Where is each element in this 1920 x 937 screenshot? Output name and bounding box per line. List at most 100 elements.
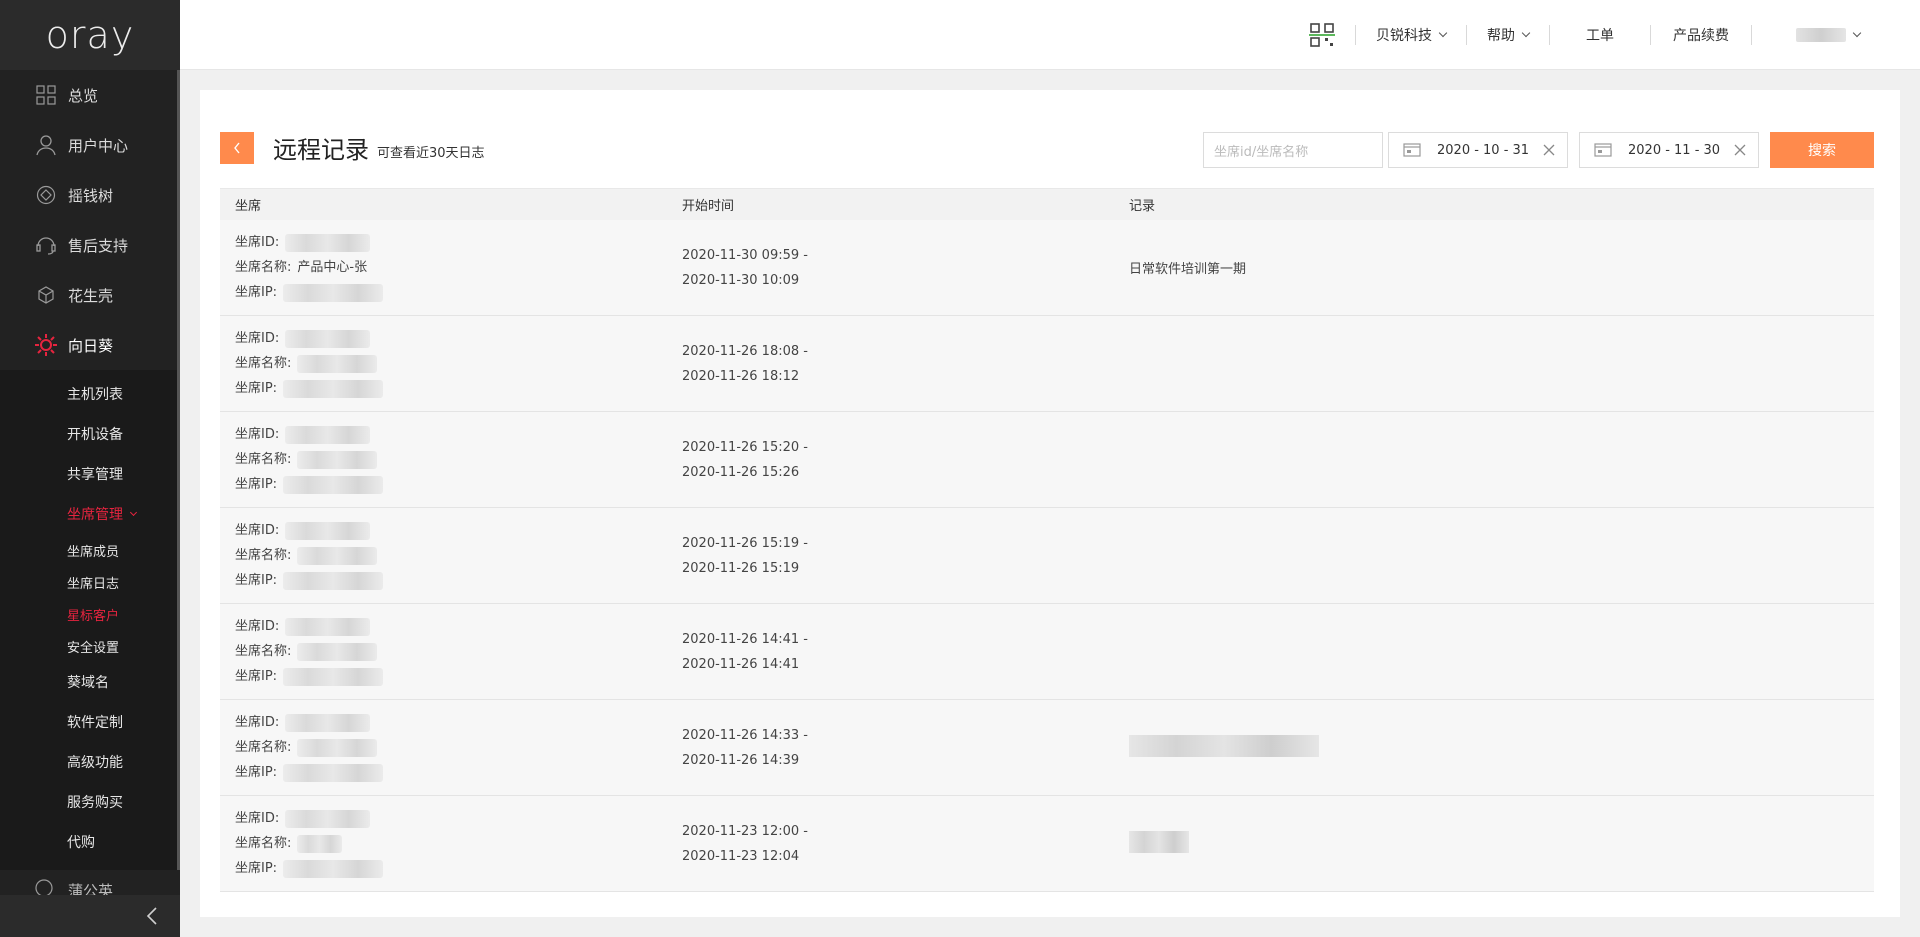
date-from-picker[interactable]: 2020 - 10 - 31: [1388, 132, 1568, 168]
seat-name-label: 坐席名称:: [235, 643, 292, 659]
seat-name-label: 坐席名称:: [235, 355, 292, 371]
table-row: 坐席ID: 坐席名称: 坐席IP: 2020-11-26 14:41 - 202…: [220, 604, 1874, 700]
seat-name-label: 坐席名称:: [235, 835, 292, 851]
sidebar-item-proxy-purchase[interactable]: 代购: [0, 822, 180, 862]
sidebar-item-advanced[interactable]: 高级功能: [0, 742, 180, 782]
redacted-record: [1129, 830, 1189, 853]
start-time: 2020-11-26 14:33 -: [682, 727, 808, 743]
sidebar-item-label: 花生壳: [68, 286, 114, 305]
seat-cell: 坐席ID: 坐席名称: 坐席IP:: [220, 329, 667, 399]
column-header-record: 记录: [1129, 199, 1156, 214]
seat-cell: 坐席ID: 坐席名称: 产品中心-张 坐席IP:: [220, 233, 667, 303]
sidebar-item-customization[interactable]: 软件定制: [0, 702, 180, 742]
chevron-down-icon: [1438, 28, 1448, 38]
sidebar-item-seat-logs[interactable]: 坐席日志: [0, 566, 180, 598]
clear-icon[interactable]: [1732, 142, 1748, 158]
chevron-down-icon: [129, 508, 138, 516]
redacted-seat-id: [285, 521, 371, 540]
start-time: 2020-11-23 12:00 -: [682, 823, 808, 839]
sidebar-item-share-management[interactable]: 共享管理: [0, 454, 180, 494]
end-time: 2020-11-26 14:41: [682, 656, 800, 672]
sidebar-item-money-tree[interactable]: 摇钱树: [0, 170, 180, 220]
redacted-seat-name: [297, 834, 343, 853]
time-cell: 2020-11-26 15:19 - 2020-11-26 15:19: [667, 531, 1114, 581]
back-button[interactable]: [220, 132, 254, 164]
help-dropdown[interactable]: 帮助: [1467, 25, 1549, 45]
sidebar-item-support[interactable]: 售后支持: [0, 220, 180, 270]
date-from-value: 2020 - 10 - 31: [1437, 142, 1530, 158]
date-to-picker[interactable]: 2020 - 11 - 30: [1579, 132, 1759, 168]
table-row: 坐席ID: 坐席名称: 产品中心-张 坐席IP: 2020-11-30 09:59…: [220, 220, 1874, 316]
main-card: 远程记录 可查看近30天日志 坐席id/坐席名称 2020 - 10 - 31 …: [200, 90, 1900, 917]
user-menu[interactable]: [1752, 28, 1862, 42]
redacted-seat-ip: [283, 283, 384, 302]
sidebar-item-host-list[interactable]: 主机列表: [0, 374, 180, 414]
sidebar-collapse-button[interactable]: [0, 895, 180, 937]
time-cell: 2020-11-23 12:00 - 2020-11-23 12:04: [667, 819, 1114, 869]
seat-id-label: 坐席ID:: [235, 810, 280, 826]
sidebar-item-seat-management[interactable]: 坐席管理: [0, 494, 180, 534]
qrcode-icon: [1309, 23, 1335, 47]
sidebar-item-domain[interactable]: 葵域名: [0, 662, 180, 702]
end-time: 2020-11-30 10:09: [682, 272, 800, 288]
logo[interactable]: oray: [0, 0, 180, 70]
org-dropdown[interactable]: 贝锐科技: [1356, 25, 1466, 45]
sidebar-item-label: 向日葵: [68, 336, 114, 355]
sidebar-item-label: 售后支持: [68, 236, 129, 255]
redacted-seat-name: [297, 354, 378, 373]
ticket-link[interactable]: 工单: [1550, 25, 1650, 45]
seat-cell: 坐席ID: 坐席名称: 坐席IP:: [220, 521, 667, 591]
end-time: 2020-11-23 12:04: [682, 848, 800, 864]
seat-cell: 坐席ID: 坐席名称: 坐席IP:: [220, 425, 667, 495]
search-input[interactable]: 坐席id/坐席名称: [1203, 132, 1383, 168]
sidebar-item-starred-customers[interactable]: 星标客户: [0, 598, 180, 630]
renew-link[interactable]: 产品续费: [1651, 25, 1751, 45]
sidebar-item-purchase[interactable]: 服务购买: [0, 782, 180, 822]
date-to-value: 2020 - 11 - 30: [1628, 142, 1721, 158]
seat-ip-label: 坐席IP:: [235, 764, 278, 780]
calendar-icon: [1594, 143, 1612, 157]
redacted-seat-name: [297, 738, 378, 757]
sidebar-item-security-settings[interactable]: 安全设置: [0, 630, 180, 662]
sidebar-item-seat-members[interactable]: 坐席成员: [0, 534, 180, 566]
redacted-seat-id: [285, 713, 371, 732]
redacted-seat-name: [297, 546, 378, 565]
page-title: 远程记录: [273, 136, 369, 164]
calendar-icon: [1403, 143, 1421, 157]
redacted-seat-id: [285, 425, 371, 444]
sidebar-item-overview[interactable]: 总览: [0, 70, 180, 120]
redacted-seat-ip: [283, 763, 384, 782]
sidebar-item-boot-devices[interactable]: 开机设备: [0, 414, 180, 454]
seat-name-label: 坐席名称:: [235, 547, 292, 563]
sidebar-item-user-center[interactable]: 用户中心: [0, 120, 180, 170]
redacted-seat-ip: [283, 859, 384, 878]
chevron-down-icon: [1521, 28, 1531, 38]
seat-id-label: 坐席ID:: [235, 330, 280, 346]
qrcode-button[interactable]: [1289, 22, 1355, 48]
help-label: 帮助: [1487, 28, 1515, 44]
sidebar-item-sunflower[interactable]: 向日葵: [0, 320, 180, 370]
column-header-seat: 坐席: [235, 199, 262, 214]
sidebar-scrollbar[interactable]: [177, 70, 180, 870]
sidebar-item-peanut-shell[interactable]: 花生壳: [0, 270, 180, 320]
sidebar-item-label: 坐席管理: [67, 507, 123, 523]
seat-ip-label: 坐席IP:: [235, 668, 278, 684]
end-time: 2020-11-26 15:19: [682, 560, 800, 576]
seat-id-label: 坐席ID:: [235, 522, 280, 538]
seat-ip-label: 坐席IP:: [235, 572, 278, 588]
start-time: 2020-11-26 18:08 -: [682, 343, 808, 359]
redacted-seat-ip: [283, 571, 384, 590]
sidebar-item-label: 摇钱树: [68, 186, 114, 205]
redacted-seat-id: [285, 809, 371, 828]
top-header: 贝锐科技 帮助 工单 产品续费: [180, 0, 1920, 70]
start-time: 2020-11-26 15:19 -: [682, 535, 808, 551]
sidebar: oray 总览 用户中心 摇钱树 售后支持 花生壳 向日葵 主机列表 开机设备 …: [0, 0, 180, 937]
clear-icon[interactable]: [1541, 142, 1557, 158]
search-button[interactable]: 搜索: [1770, 132, 1874, 168]
redacted-seat-name: [297, 450, 378, 469]
seat-ip-label: 坐席IP:: [235, 380, 278, 396]
start-time: 2020-11-30 09:59 -: [682, 247, 808, 263]
redacted-record: [1129, 734, 1319, 757]
seat-cell: 坐席ID: 坐席名称: 坐席IP:: [220, 617, 667, 687]
seat-id-label: 坐席ID:: [235, 618, 280, 634]
